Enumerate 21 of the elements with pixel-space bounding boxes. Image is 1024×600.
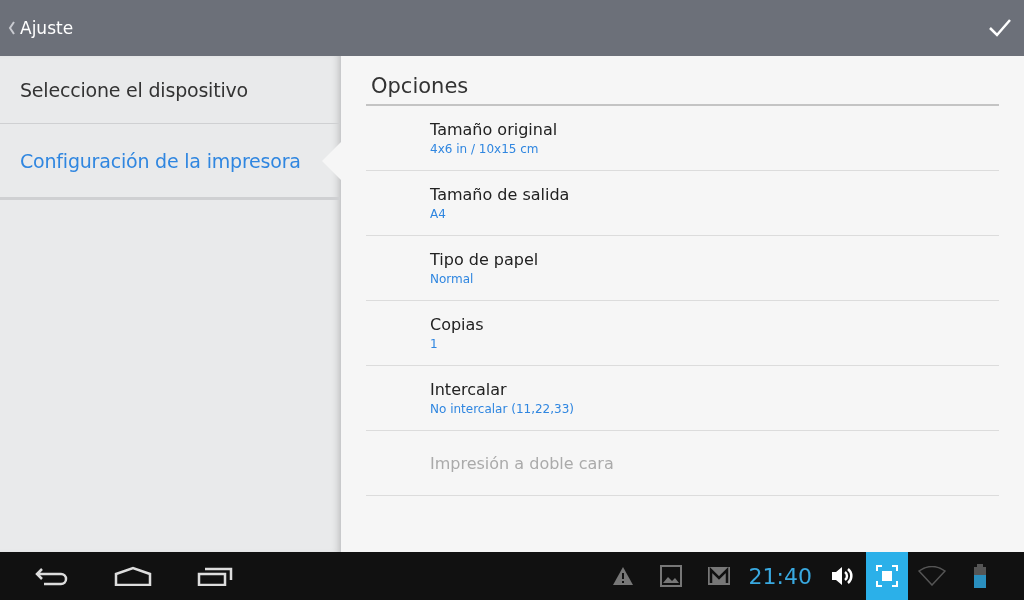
option-item[interactable]: Intercalar No intercalar (11,22,33) — [366, 366, 999, 431]
volume-icon — [830, 565, 854, 587]
option-item[interactable]: Tamaño de salida A4 — [366, 171, 999, 236]
option-item[interactable]: Tamaño original 4x6 in / 10x15 cm — [366, 106, 999, 171]
mail-icon — [706, 566, 731, 586]
wifi-icon — [918, 566, 946, 586]
option-item[interactable]: Copias 1 — [366, 301, 999, 366]
home-icon — [114, 566, 152, 586]
chevron-left-icon — [8, 21, 16, 35]
checkmark-icon — [988, 18, 1012, 38]
option-item[interactable]: Tipo de papel Normal — [366, 236, 999, 301]
battery-icon — [973, 564, 987, 588]
image-icon — [659, 565, 682, 587]
up-button[interactable]: Ajuste — [4, 14, 78, 42]
fullscreen-icon — [876, 565, 898, 587]
recent-apps-icon — [197, 566, 233, 586]
back-icon — [34, 566, 68, 586]
section-header: Opciones — [366, 56, 999, 106]
clock-time: 21:40 — [748, 563, 812, 589]
sidebar-item[interactable]: Seleccione el dispositivo — [0, 56, 340, 124]
warning-icon — [611, 566, 634, 586]
